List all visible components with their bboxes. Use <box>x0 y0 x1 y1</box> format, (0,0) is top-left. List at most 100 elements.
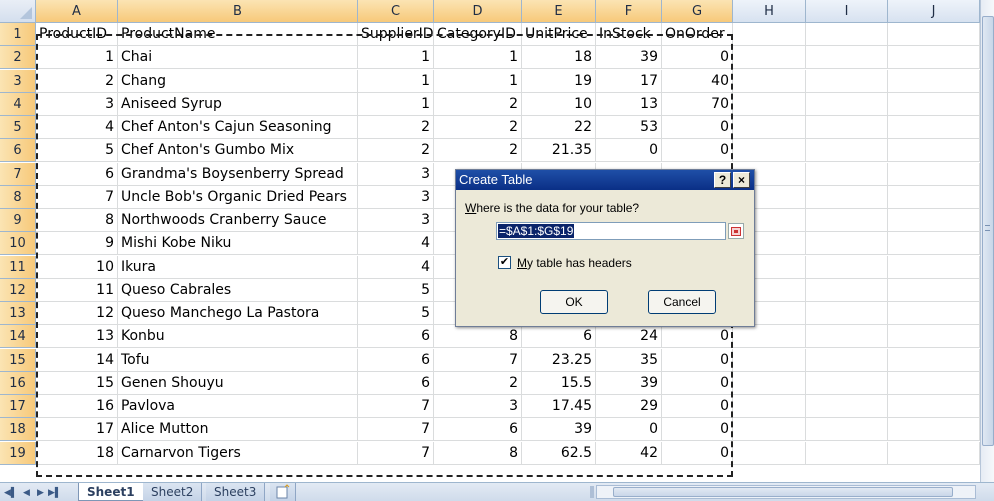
cell-c19[interactable]: 7 <box>358 441 434 465</box>
cell-i2[interactable] <box>806 46 888 70</box>
cell-d15[interactable]: 7 <box>434 348 522 372</box>
cell-e16[interactable]: 15.5 <box>522 371 596 395</box>
cell-c16[interactable]: 6 <box>358 371 434 395</box>
cell-c18[interactable]: 7 <box>358 418 434 442</box>
cancel-button[interactable]: Cancel <box>648 290 716 314</box>
cell-j6[interactable] <box>888 139 980 163</box>
cell-h18[interactable] <box>733 418 806 442</box>
vertical-scroll-thumb[interactable] <box>982 16 994 446</box>
cell-j18[interactable] <box>888 418 980 442</box>
cell-j3[interactable] <box>888 69 980 93</box>
cell-d19[interactable]: 8 <box>434 441 522 465</box>
row-header-3[interactable]: 3 <box>0 69 36 93</box>
column-header-i[interactable]: I <box>806 0 888 23</box>
row-header-6[interactable]: 6 <box>0 139 36 163</box>
first-sheet-icon[interactable]: ◀▌ <box>4 485 17 499</box>
cell-b2[interactable]: Chai <box>118 46 358 70</box>
help-icon[interactable]: ? <box>714 172 731 188</box>
column-header-a[interactable]: A <box>36 0 118 23</box>
cell-e19[interactable]: 62.5 <box>522 441 596 465</box>
cell-b13[interactable]: Queso Manchego La Pastora <box>118 302 358 325</box>
prev-sheet-icon[interactable]: ◀ <box>20 485 33 499</box>
cell-g18[interactable]: 0 <box>662 418 733 442</box>
cell-h16[interactable] <box>733 371 806 395</box>
cell-i17[interactable] <box>806 395 888 418</box>
cell-f3[interactable]: 17 <box>596 69 662 93</box>
cell-a8[interactable]: 7 <box>36 185 118 209</box>
cell-d6[interactable]: 2 <box>434 139 522 163</box>
cell-f16[interactable]: 39 <box>596 371 662 395</box>
cell-i3[interactable] <box>806 69 888 93</box>
cell-c5[interactable]: 2 <box>358 116 434 139</box>
cell-c14[interactable]: 6 <box>358 325 434 349</box>
cell-h15[interactable] <box>733 348 806 372</box>
cell-i4[interactable] <box>806 92 888 116</box>
cell-g2[interactable]: 0 <box>662 46 733 70</box>
cell-j13[interactable] <box>888 302 980 325</box>
cell-a10[interactable]: 9 <box>36 232 118 256</box>
tab-sheet3[interactable]: Sheet3 <box>206 483 266 501</box>
row-header-9[interactable]: 9 <box>0 209 36 232</box>
column-header-f[interactable]: F <box>596 0 662 23</box>
cell-j7[interactable] <box>888 162 980 186</box>
cell-d2[interactable]: 1 <box>434 46 522 70</box>
cell-d18[interactable]: 6 <box>434 418 522 442</box>
cell-i6[interactable] <box>806 139 888 163</box>
cell-e14[interactable]: 6 <box>522 325 596 349</box>
cell-i15[interactable] <box>806 348 888 372</box>
cell-a16[interactable]: 15 <box>36 371 118 395</box>
cell-h1[interactable] <box>733 23 806 46</box>
cell-h14[interactable] <box>733 325 806 349</box>
cell-b17[interactable]: Pavlova <box>118 395 358 418</box>
column-header-e[interactable]: E <box>522 0 596 23</box>
row-header-14[interactable]: 14 <box>0 325 36 349</box>
cell-e2[interactable]: 18 <box>522 46 596 70</box>
cell-g3[interactable]: 40 <box>662 69 733 93</box>
cell-e5[interactable]: 22 <box>522 116 596 139</box>
cell-b4[interactable]: Aniseed Syrup <box>118 92 358 116</box>
cell-i12[interactable] <box>806 278 888 302</box>
cell-a18[interactable]: 17 <box>36 418 118 442</box>
cell-f4[interactable]: 13 <box>596 92 662 116</box>
cell-f6[interactable]: 0 <box>596 139 662 163</box>
cell-c10[interactable]: 4 <box>358 232 434 256</box>
cell-j11[interactable] <box>888 255 980 279</box>
cell-c11[interactable]: 4 <box>358 255 434 279</box>
row-header-8[interactable]: 8 <box>0 185 36 209</box>
cell-j2[interactable] <box>888 46 980 70</box>
cell-b18[interactable]: Alice Mutton <box>118 418 358 442</box>
cell-g15[interactable]: 0 <box>662 348 733 372</box>
last-sheet-icon[interactable]: ▶▌ <box>48 485 61 499</box>
cell-a19[interactable]: 18 <box>36 441 118 465</box>
cell-b3[interactable]: Chang <box>118 69 358 93</box>
horizontal-scrollbar[interactable] <box>596 485 976 499</box>
insert-sheet-icon[interactable] <box>270 483 296 501</box>
cell-j4[interactable] <box>888 92 980 116</box>
close-icon[interactable]: × <box>733 172 750 188</box>
cell-f1[interactable]: InStock <box>596 23 662 46</box>
cell-g1[interactable]: OnOrder <box>662 23 733 46</box>
row-header-2[interactable]: 2 <box>0 46 36 70</box>
cell-c3[interactable]: 1 <box>358 69 434 93</box>
cell-c7[interactable]: 3 <box>358 162 434 186</box>
cell-e18[interactable]: 39 <box>522 418 596 442</box>
cell-a3[interactable]: 2 <box>36 69 118 93</box>
cell-d1[interactable]: CategoryID <box>434 23 522 46</box>
cell-b6[interactable]: Chef Anton's Gumbo Mix <box>118 139 358 163</box>
row-header-18[interactable]: 18 <box>0 418 36 442</box>
cell-a13[interactable]: 12 <box>36 302 118 325</box>
cell-j15[interactable] <box>888 348 980 372</box>
cell-g19[interactable]: 0 <box>662 441 733 465</box>
cell-a9[interactable]: 8 <box>36 209 118 232</box>
cell-b8[interactable]: Uncle Bob's Organic Dried Pears <box>118 185 358 209</box>
cell-d3[interactable]: 1 <box>434 69 522 93</box>
collapse-dialog-icon[interactable] <box>728 223 744 239</box>
cell-i5[interactable] <box>806 116 888 139</box>
cell-i10[interactable] <box>806 232 888 256</box>
cell-f17[interactable]: 29 <box>596 395 662 418</box>
next-sheet-icon[interactable]: ▶ <box>34 485 47 499</box>
cell-i11[interactable] <box>806 255 888 279</box>
cell-c15[interactable]: 6 <box>358 348 434 372</box>
cell-i18[interactable] <box>806 418 888 442</box>
cell-a1[interactable]: ProductID <box>36 23 118 46</box>
